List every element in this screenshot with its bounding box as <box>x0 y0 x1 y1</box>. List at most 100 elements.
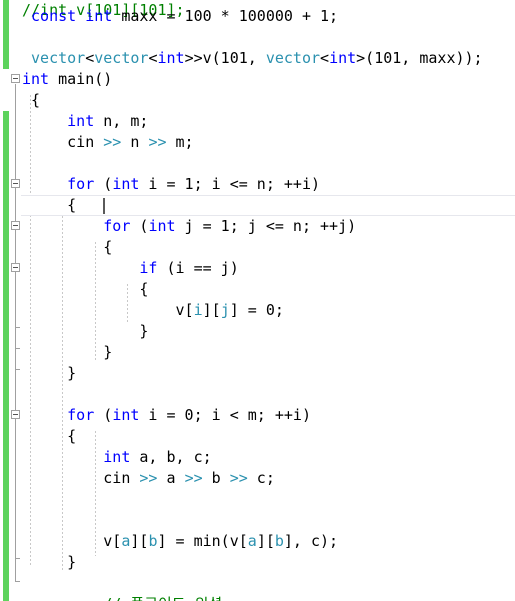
code-line[interactable]: if (i == j) <box>22 258 239 279</box>
code-token-pln <box>22 259 139 277</box>
code-token-pln: i = 0; i < m; ++i) <box>139 406 311 424</box>
code-token-op: >> <box>184 469 203 487</box>
code-token-pln: cin <box>22 469 140 487</box>
code-token-var: b <box>274 532 284 550</box>
code-token-pln: { <box>22 280 149 298</box>
code-line[interactable]: v[i][j] = 0; <box>22 300 284 321</box>
code-token-pln: (i == j) <box>157 259 239 277</box>
code-token-pln: v[ <box>22 532 122 550</box>
code-line[interactable]: int n, m; <box>22 111 148 132</box>
code-token-pln: ][ <box>130 532 149 550</box>
code-token-pln: a, b, c; <box>130 448 212 466</box>
code-token-pln <box>22 175 67 193</box>
code-token-kw: int <box>67 112 95 130</box>
code-token-kw: int <box>22 70 50 88</box>
code-line[interactable]: } <box>22 321 148 342</box>
code-token-kw: int <box>103 448 131 466</box>
code-line[interactable]: for (int i = 1; i <= n; ++i) <box>22 174 320 195</box>
code-token-pln: c; <box>247 469 275 487</box>
code-line[interactable]: { <box>22 195 76 216</box>
code-line[interactable]: v[a][b] = min(v[a][b], c); <box>22 531 338 552</box>
code-token-op: >> <box>229 469 248 487</box>
code-line[interactable]: cin >> a >> b >> c; <box>22 468 275 489</box>
code-token-pln: ] = 0; <box>229 301 284 319</box>
code-token-kw: int <box>112 406 140 424</box>
code-line[interactable]: vector<vector<int>>v(101, vector<int>(10… <box>22 48 483 69</box>
code-line[interactable]: } <box>22 363 76 384</box>
code-token-pln: } <box>22 322 149 340</box>
code-line[interactable]: cin >> n >> m; <box>22 132 194 153</box>
code-token-cls: vector <box>265 49 321 67</box>
code-token-cls: vector <box>31 49 86 67</box>
code-token-pln: ] = min(v[ <box>157 532 248 550</box>
code-token-kw: int <box>157 49 185 67</box>
code-token-var: i <box>193 301 203 319</box>
code-token-pln: { <box>22 91 41 109</box>
code-token-op: >> <box>148 133 167 151</box>
code-text-layer[interactable]: //int v[101][101]; const int maxx = 100 … <box>0 0 515 601</box>
code-line[interactable]: { <box>22 426 76 447</box>
code-token-pln: } <box>22 343 113 361</box>
code-token-pln: v[ <box>22 301 194 319</box>
code-token-pln: ( <box>130 217 149 235</box>
code-token-pln: ][ <box>256 532 275 550</box>
code-token-cmt: // 플로이드 워셜 <box>22 595 222 601</box>
code-token-pln <box>22 406 67 424</box>
code-token-kw: for <box>67 406 95 424</box>
code-line[interactable]: { <box>22 237 112 258</box>
code-token-pln: a <box>157 469 185 487</box>
code-token-cls: vector <box>94 49 149 67</box>
code-line[interactable]: int a, b, c; <box>22 447 212 468</box>
code-token-pln: m; <box>166 133 194 151</box>
code-token-pln: >(101, maxx)); <box>356 49 483 67</box>
code-token-pln: main() <box>49 70 113 88</box>
code-token-pln: } <box>22 553 77 571</box>
code-token-pln: ( <box>94 406 113 424</box>
code-line[interactable]: } <box>22 552 76 573</box>
code-token-pln: { <box>22 196 77 214</box>
code-token-pln: maxx = 100 * 100000 + 1; <box>112 7 339 25</box>
code-token-pln: n, m; <box>94 112 149 130</box>
code-token-var: j <box>220 301 230 319</box>
code-token-kw: for <box>67 175 95 193</box>
code-line[interactable]: for (int i = 0; i < m; ++i) <box>22 405 311 426</box>
code-token-pln <box>22 448 103 466</box>
code-token-kw: for <box>103 217 131 235</box>
code-token-kw: int <box>148 217 176 235</box>
code-line[interactable]: // 플로이드 워셜 <box>22 594 222 601</box>
code-token-pln: j = 1; j <= n; ++j) <box>175 217 357 235</box>
code-editor[interactable]: //int v[101][101]; const int maxx = 100 … <box>0 0 515 601</box>
code-line[interactable]: { <box>22 90 40 111</box>
code-token-pln <box>22 112 67 130</box>
code-token-op: >> <box>103 133 122 151</box>
code-token-pln: b <box>202 469 230 487</box>
code-token-op: >> <box>139 469 158 487</box>
code-token-pln: ][ <box>202 301 221 319</box>
code-line[interactable]: { <box>22 279 148 300</box>
code-token-pln: cin <box>22 133 104 151</box>
code-line[interactable]: } <box>22 342 112 363</box>
code-token-kw: int <box>112 175 140 193</box>
code-token-pln: { <box>22 238 113 256</box>
code-token-kw: const <box>31 7 77 25</box>
code-token-pln: >>v(101, <box>184 49 266 67</box>
code-line[interactable]: int main() <box>22 69 112 90</box>
code-token-pln: i = 1; i <= n; ++i) <box>139 175 321 193</box>
code-line[interactable]: const int maxx = 100 * 100000 + 1; <box>22 6 338 27</box>
code-token-pln <box>22 217 103 235</box>
code-token-pln: ( <box>94 175 113 193</box>
code-token-pln <box>76 7 85 25</box>
code-token-pln: ], c); <box>283 532 339 550</box>
code-token-pln <box>22 49 31 67</box>
code-token-pln: } <box>22 364 77 382</box>
code-token-var: a <box>247 532 257 550</box>
code-token-pln: < <box>320 49 330 67</box>
code-token-pln: { <box>22 427 77 445</box>
code-token-kw: if <box>139 259 158 277</box>
code-token-kw: int <box>329 49 357 67</box>
code-token-pln: < <box>85 49 95 67</box>
code-line[interactable]: for (int j = 1; j <= n; ++j) <box>22 216 356 237</box>
code-token-kw: int <box>85 7 113 25</box>
code-token-pln <box>22 7 31 25</box>
code-token-pln: n <box>121 133 149 151</box>
